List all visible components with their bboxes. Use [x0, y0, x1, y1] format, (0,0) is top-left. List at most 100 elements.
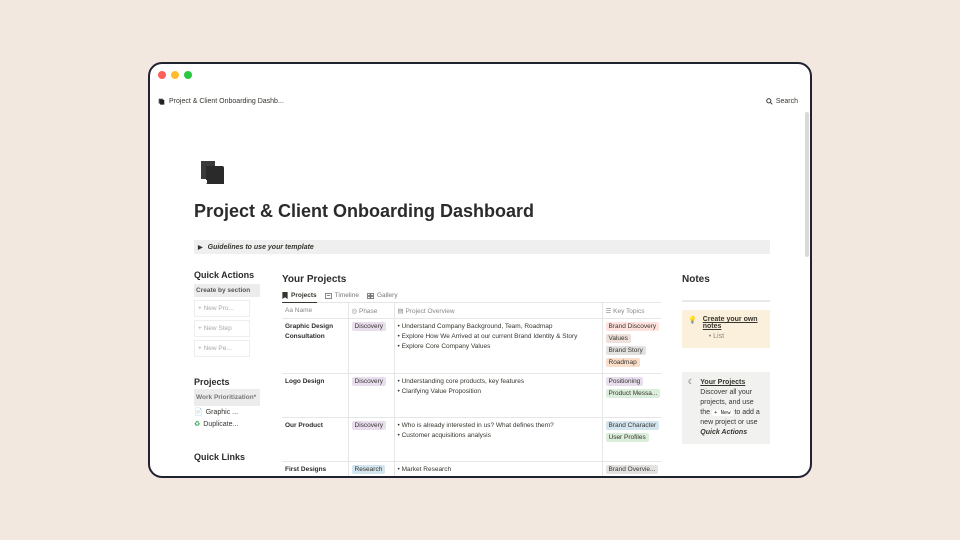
text-type-icon: Aa: [285, 307, 293, 314]
overview-item: Who is already interested in us? What de…: [398, 421, 599, 431]
tab-label: Projects: [291, 292, 317, 299]
table-row[interactable]: Graphic Design ConsultationDiscovery Unde…: [282, 318, 661, 374]
overview-item: Explore Core Company Values: [398, 342, 599, 352]
app-window: Project & Client Onboarding Dashb... Sea…: [148, 62, 812, 478]
topic-tag: User Profiles: [605, 433, 649, 442]
gallery-icon: [367, 292, 374, 299]
new-person-label: New Pe...: [203, 345, 232, 352]
topic-tag: Brand Discovery: [605, 322, 660, 331]
topics-cell[interactable]: Brand Discovery Values Brand Story Roadmap: [602, 318, 661, 374]
column-header-name[interactable]: Aa Name: [282, 303, 349, 319]
create-by-section-button[interactable]: Create by section: [194, 284, 260, 297]
column-header-overview[interactable]: ▤ Project Overview: [394, 303, 603, 319]
phase-tag: Discovery: [351, 421, 387, 430]
timeline-icon: [324, 292, 332, 299]
scrollbar[interactable]: [805, 112, 809, 257]
phase-tag: Discovery: [351, 377, 387, 386]
phase-cell[interactable]: Research: [348, 461, 395, 476]
phase-tag: Discovery: [351, 322, 387, 331]
text-icon: ▤: [397, 307, 404, 315]
your-projects-link[interactable]: Your Projects: [700, 378, 764, 388]
list-icon: ☰: [605, 307, 612, 315]
status-icon: ◎: [351, 307, 358, 315]
new-project-button[interactable]: + New Pro...: [194, 300, 250, 317]
bookmark-icon: [282, 292, 288, 299]
overview-cell[interactable]: Understanding core products, key feature…: [394, 373, 603, 418]
list-item-label: List: [713, 333, 725, 340]
topics-cell[interactable]: Brand Character User Profiles: [602, 417, 661, 462]
topics-cell[interactable]: Positioning Product Messa...: [602, 373, 661, 418]
overview-item: Clarifying Value Proposition: [398, 387, 599, 397]
column-header-phase[interactable]: ◎ Phase: [348, 303, 395, 319]
book-icon: [201, 161, 224, 184]
quick-actions-ref: Quick Actions: [700, 429, 748, 436]
phase-tag: Research: [351, 465, 386, 474]
top-bar: Project & Client Onboarding Dashb... Sea…: [158, 94, 798, 108]
tab-gallery[interactable]: Gallery: [367, 292, 398, 299]
new-step-label: New Step: [203, 325, 232, 332]
quick-links-heading: Quick Links: [194, 452, 246, 462]
overview-item: User Profiles: [398, 475, 599, 476]
close-window-button[interactable]: [158, 71, 166, 79]
guidelines-label: Guidelines to use your template: [207, 243, 314, 251]
topic-tag: Product Messa...: [605, 389, 661, 398]
sidebar-item-graphic[interactable]: 📄 Graphic ...: [194, 406, 260, 418]
search-button[interactable]: Search: [766, 98, 798, 105]
overview-item: Explore How We Arrived at our current Br…: [398, 332, 599, 342]
work-prioritization-item[interactable]: Work Prioritization*: [194, 389, 260, 406]
phase-cell[interactable]: Discovery: [348, 417, 395, 462]
quick-actions-heading: Quick Actions: [194, 270, 255, 280]
topics-cell[interactable]: Brand Overvie...: [602, 461, 661, 476]
topic-tag: Brand Overvie...: [605, 465, 659, 474]
your-projects-callout: ☾ Your Projects Discover all your projec…: [682, 372, 770, 444]
book-icon: [158, 98, 165, 105]
notes-heading: Notes: [682, 274, 710, 285]
table-row[interactable]: Our ProductDiscovery Who is already inter…: [282, 417, 661, 462]
projects-heading: Projects: [194, 377, 230, 387]
tab-timeline[interactable]: Timeline: [324, 292, 359, 299]
overview-cell[interactable]: Understand Company Background, Team, Roa…: [394, 318, 603, 374]
project-name[interactable]: Logo Design: [282, 373, 349, 418]
project-name[interactable]: First Designs: [282, 461, 349, 476]
project-name[interactable]: Graphic Design Consultation: [282, 318, 349, 374]
phase-cell[interactable]: Discovery: [348, 373, 395, 418]
minimize-window-button[interactable]: [171, 71, 179, 79]
new-person-button[interactable]: + New Pe...: [194, 340, 250, 357]
projects-table: Aa Name ◎ Phase ▤ Project Overview ☰ Key…: [282, 303, 661, 476]
overview-item: Customer acquisitions analysis: [398, 431, 599, 441]
create-notes-link[interactable]: Create your own notes: [703, 316, 764, 330]
project-name[interactable]: Our Product: [282, 417, 349, 462]
new-step-button[interactable]: + New Step: [194, 320, 250, 337]
table-row[interactable]: Logo DesignDiscovery Understanding core p…: [282, 373, 661, 418]
overview-item: Understanding core products, key feature…: [398, 377, 599, 387]
overview-cell[interactable]: Market ResearchUser Profiles: [394, 461, 603, 476]
topic-tag: Values: [605, 334, 631, 343]
column-label: Key Topics: [613, 307, 645, 315]
your-projects-heading: Your Projects: [282, 274, 347, 285]
page-title: Project & Client Onboarding Dashboard: [194, 201, 535, 221]
tab-projects[interactable]: Projects: [282, 292, 317, 303]
phase-cell[interactable]: Discovery: [348, 318, 395, 374]
guidelines-toggle[interactable]: ▶ Guidelines to use your template: [194, 240, 770, 254]
overview-item: Market Research: [398, 465, 599, 475]
topic-tag: Brand Story: [605, 346, 646, 355]
notes-section: Notes 💡 Create your own notes • List ☾ Y…: [682, 274, 770, 444]
document-icon: 📄: [194, 409, 203, 416]
recycle-icon: ♻: [194, 421, 201, 428]
column-header-topics[interactable]: ☰ Key Topics: [602, 303, 661, 319]
search-label: Search: [775, 97, 798, 105]
breadcrumb[interactable]: Project & Client Onboarding Dashb...: [169, 98, 284, 105]
toggle-triangle-icon: ▶: [198, 244, 203, 251]
tab-label: Gallery: [376, 292, 398, 299]
lightbulb-icon: 💡: [688, 317, 697, 324]
sidebar-item-label: Duplicate...: [203, 420, 239, 428]
tab-label: Timeline: [334, 292, 359, 299]
sidebar-item-duplicate[interactable]: ♻ Duplicate...: [194, 418, 260, 430]
moon-icon: ☾: [688, 379, 695, 386]
overview-cell[interactable]: Who is already interested in us? What de…: [394, 417, 603, 462]
column-label: Project Overview: [405, 307, 455, 315]
table-row[interactable]: First DesignsResearch Market ResearchUser…: [282, 461, 661, 476]
list-item: • List: [708, 333, 725, 340]
create-notes-callout[interactable]: 💡 Create your own notes • List: [682, 310, 770, 348]
zoom-window-button[interactable]: [184, 71, 192, 79]
